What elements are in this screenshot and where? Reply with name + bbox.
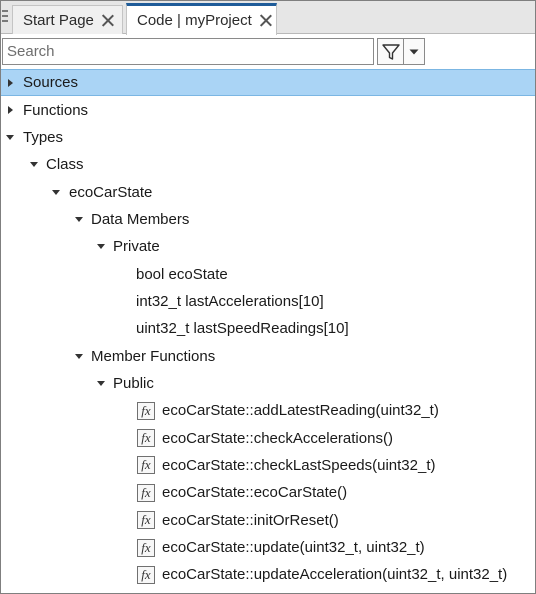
tree-node-label: Member Functions xyxy=(91,347,216,365)
tree-node-label: bool ecoState xyxy=(136,265,228,283)
tree-node-functions[interactable]: Functions xyxy=(1,96,535,123)
function-icon: fx xyxy=(137,538,155,557)
tab-strip: Start Page Code | myProject xyxy=(1,1,535,35)
tree-leaf-function[interactable]: fx ecoCarState::update(uint32_t, uint32_… xyxy=(1,534,535,561)
tree-node-label: Data Members xyxy=(91,210,190,228)
function-icon: fx xyxy=(137,429,155,448)
tree-node-label: ecoCarState::checkAccelerations() xyxy=(162,429,393,447)
tree-node-label: Sources xyxy=(23,74,79,92)
tree-node-label: ecoCarState::addLatestReading(uint32_t) xyxy=(162,402,439,420)
tree-leaf-function[interactable]: fx ecoCarState::updateAcceleration(uint3… xyxy=(1,561,535,588)
tree-node-private[interactable]: Private xyxy=(1,233,535,260)
function-icon: fx xyxy=(137,401,155,420)
collapse-arrow-icon[interactable] xyxy=(95,377,107,389)
tree-node-label: ecoCarState::initOrReset() xyxy=(162,511,339,529)
tree-node-public[interactable]: Public xyxy=(1,370,535,397)
tree-node-label: Functions xyxy=(23,101,89,119)
close-icon[interactable] xyxy=(101,14,114,27)
tree-node-types[interactable]: Types xyxy=(1,124,535,151)
tree-node-label: ecoCarState xyxy=(69,183,153,201)
expand-arrow-icon[interactable] xyxy=(4,104,16,116)
collapse-arrow-icon[interactable] xyxy=(4,131,16,143)
tree-leaf-member[interactable]: bool ecoState xyxy=(1,260,535,287)
search-input[interactable] xyxy=(2,38,374,65)
tree-node-label: Class xyxy=(46,156,84,174)
function-icon: fx xyxy=(137,511,155,530)
collapse-arrow-icon[interactable] xyxy=(95,241,107,253)
tree-node-label: Types xyxy=(23,128,64,146)
drag-grip-icon[interactable] xyxy=(2,10,8,22)
tree-node-sources[interactable]: Sources xyxy=(1,69,535,97)
chevron-down-icon xyxy=(409,49,419,54)
tree-leaf-function[interactable]: fx ecoCarState::ecoCarState() xyxy=(1,479,535,506)
expand-arrow-icon[interactable] xyxy=(4,77,16,89)
funnel-icon xyxy=(381,43,400,60)
tree-leaf-function[interactable]: fx ecoCarState::checkLastSpeeds(uint32_t… xyxy=(1,452,535,479)
tree-node-label: Public xyxy=(113,374,154,392)
collapse-arrow-icon[interactable] xyxy=(28,159,40,171)
tree-node-label: Private xyxy=(113,238,160,256)
function-icon: fx xyxy=(137,456,155,475)
function-icon: fx xyxy=(137,483,155,502)
tree-node-label: ecoCarState::checkLastSpeeds(uint32_t) xyxy=(162,456,436,474)
tab-label: Start Page xyxy=(23,11,94,29)
filter-button[interactable] xyxy=(377,38,403,65)
tree-node-ecocarstate[interactable]: ecoCarState xyxy=(1,178,535,205)
tree-node-label: ecoCarState::updateAcceleration(uint32_t… xyxy=(162,566,508,584)
tree-node-data-members[interactable]: Data Members xyxy=(1,206,535,233)
tab-start-page[interactable]: Start Page xyxy=(12,5,123,34)
tab-code-myproject[interactable]: Code | myProject xyxy=(126,3,277,35)
tree-node-member-functions[interactable]: Member Functions xyxy=(1,342,535,369)
tree-leaf-function[interactable]: fx ecoCarState::initOrReset() xyxy=(1,507,535,534)
collapse-arrow-icon[interactable] xyxy=(73,213,85,225)
tree-node-label: ecoCarState::update(uint32_t, uint32_t) xyxy=(162,539,425,557)
tree-leaf-function[interactable]: fx ecoCarState::addLatestReading(uint32_… xyxy=(1,397,535,424)
tree-leaf-member[interactable]: int32_t lastAccelerations[10] xyxy=(1,288,535,315)
collapse-arrow-icon[interactable] xyxy=(50,186,62,198)
tree-leaf-member[interactable]: uint32_t lastSpeedReadings[10] xyxy=(1,315,535,342)
tree-node-label: uint32_t lastSpeedReadings[10] xyxy=(136,320,349,338)
code-tree: Sources Functions Types Class ecoCarStat… xyxy=(1,69,535,589)
tree-node-label: ecoCarState::ecoCarState() xyxy=(162,484,348,502)
tree-leaf-function[interactable]: fx ecoCarState::checkAccelerations() xyxy=(1,424,535,451)
search-bar xyxy=(1,36,535,68)
code-browser-panel: Start Page Code | myProject Sources F xyxy=(0,0,536,594)
tab-label: Code | myProject xyxy=(137,12,252,29)
filter-dropdown-button[interactable] xyxy=(403,38,425,65)
tree-node-label: int32_t lastAccelerations[10] xyxy=(136,292,324,310)
collapse-arrow-icon[interactable] xyxy=(73,350,85,362)
function-icon: fx xyxy=(137,565,155,584)
tree-node-class[interactable]: Class xyxy=(1,151,535,178)
close-icon[interactable] xyxy=(259,14,268,27)
